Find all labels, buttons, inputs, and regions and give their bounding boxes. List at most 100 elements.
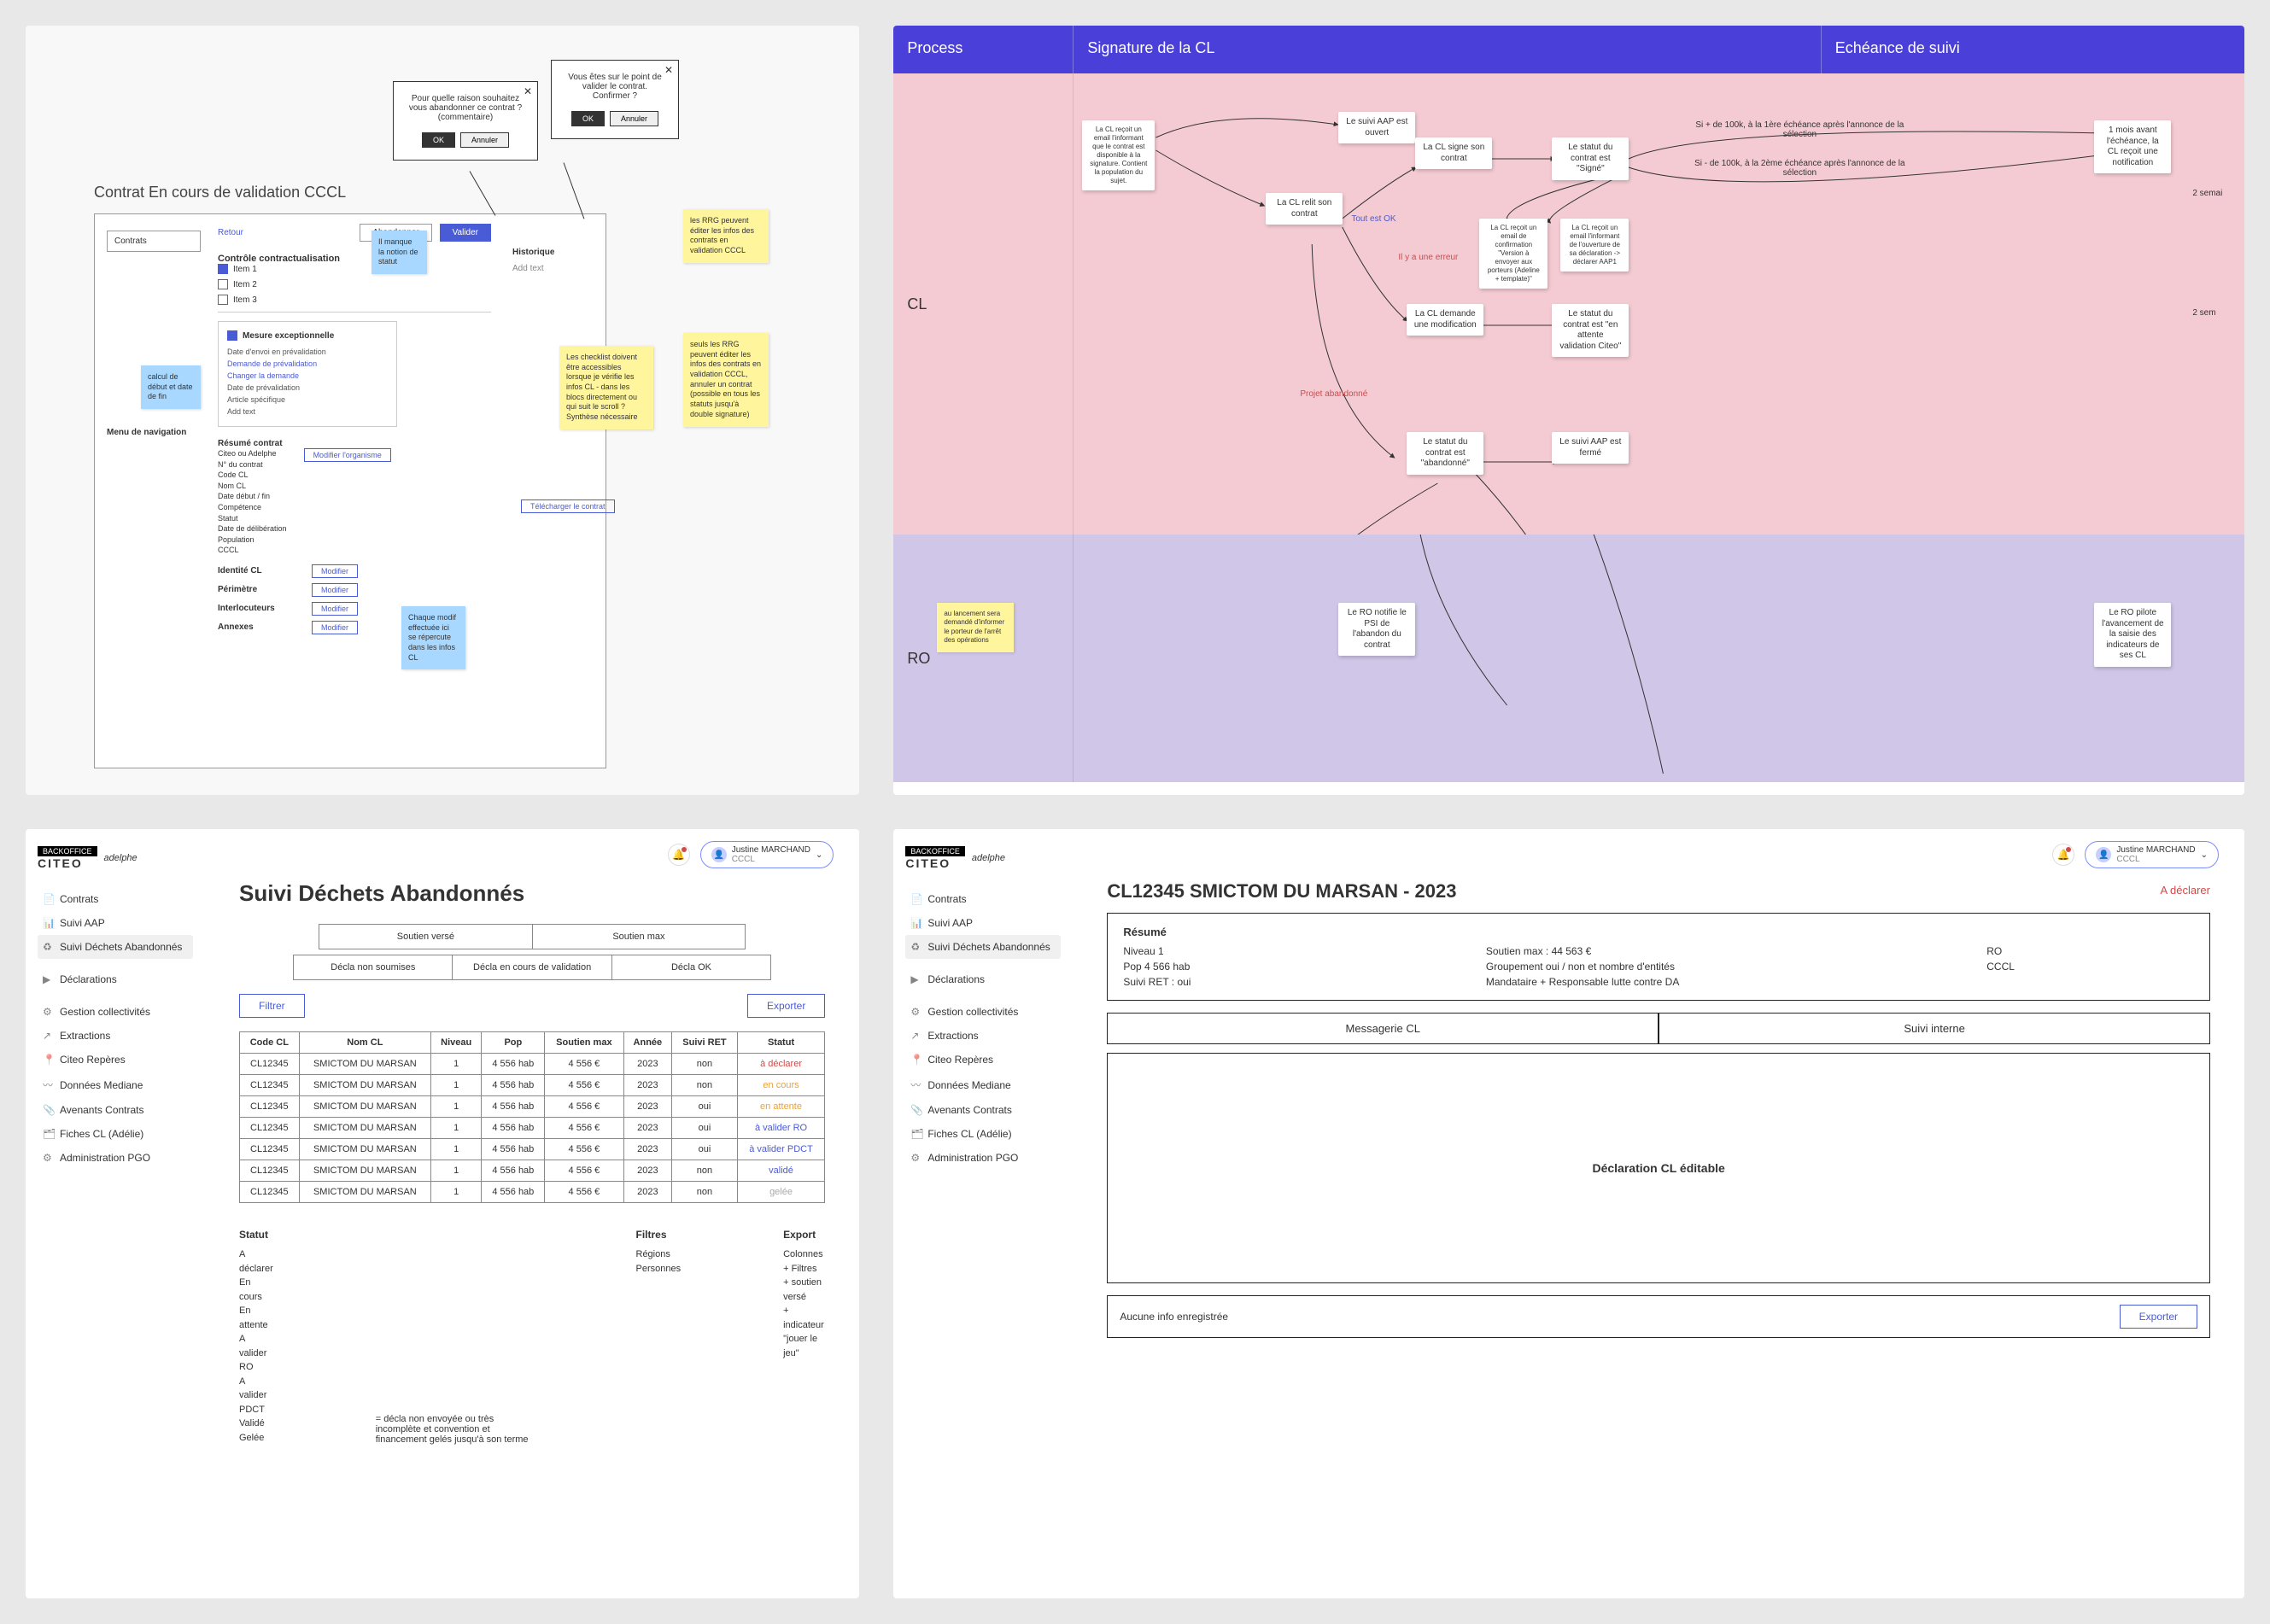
process-card[interactable]: Le RO pilote l'avancement de la saisie d…	[2094, 603, 2171, 667]
sticky-note[interactable]: Chaque modif effectuée ici se répercute …	[401, 606, 465, 669]
nav-item-d-clarations[interactable]: ▶Déclarations	[38, 967, 193, 991]
table-row[interactable]: CL12345SMICTOM DU MARSAN14 556 hab4 556 …	[240, 1139, 825, 1160]
nav-item-administration-pgo[interactable]: ⚙Administration PGO	[38, 1146, 193, 1170]
table-header[interactable]: Soutien max	[545, 1032, 623, 1054]
back-link[interactable]: Retour	[218, 228, 243, 237]
tab-soutien-max[interactable]: Soutien max	[533, 925, 746, 949]
process-card[interactable]: La CL reçoit un email de confirmation "V…	[1479, 219, 1547, 289]
mesure-field[interactable]: Date d'envoi en prévalidation	[227, 346, 388, 358]
nav-item-extractions[interactable]: ↗Extractions	[905, 1024, 1061, 1048]
nav-item-gestion-collectivit-s[interactable]: ⚙Gestion collectivités	[38, 1000, 193, 1024]
nav-item-extractions[interactable]: ↗Extractions	[38, 1024, 193, 1048]
table-row[interactable]: CL12345SMICTOM DU MARSAN14 556 hab4 556 …	[240, 1160, 825, 1182]
table-header[interactable]: Niveau	[431, 1032, 482, 1054]
process-card[interactable]: La CL signe son contrat	[1415, 137, 1492, 169]
close-icon[interactable]: ✕	[524, 85, 532, 97]
checkbox-icon[interactable]	[218, 295, 228, 305]
process-card[interactable]: La CL relit son contrat	[1266, 193, 1343, 225]
tab-decla-non[interactable]: Décla non soumises	[294, 955, 453, 979]
sticky-note[interactable]: au lancement sera demandé d'informer le …	[937, 603, 1014, 652]
checkbox-icon[interactable]	[218, 279, 228, 289]
nav-item-donn-es-mediane[interactable]: 〰Données Mediane	[38, 1072, 193, 1098]
tab-messagerie[interactable]: Messagerie CL	[1107, 1013, 1659, 1044]
notification-icon[interactable]: 🔔	[2052, 844, 2074, 866]
tab-suivi-interne[interactable]: Suivi interne	[1659, 1013, 2210, 1044]
sticky-note[interactable]: les RRG peuvent éditer les infos des con…	[683, 209, 769, 263]
mesure-field[interactable]: Demande de prévalidation	[227, 358, 388, 370]
nav-item-citeo-rep-res[interactable]: 📍Citeo Repères	[905, 1048, 1061, 1072]
process-card[interactable]: Le statut du contrat est "en attente val…	[1552, 304, 1629, 357]
table-header[interactable]: Suivi RET	[672, 1032, 738, 1054]
dialog-ok-button[interactable]: OK	[422, 132, 455, 148]
nav-item-avenants-contrats[interactable]: 📎Avenants Contrats	[905, 1098, 1061, 1122]
nav-item-suivi-d-chets-abandonn-s[interactable]: ♻Suivi Déchets Abandonnés	[905, 935, 1061, 959]
tab-decla-cours[interactable]: Décla en cours de validation	[453, 955, 611, 979]
table-row[interactable]: CL12345SMICTOM DU MARSAN14 556 hab4 556 …	[240, 1096, 825, 1118]
sticky-note[interactable]: Il manque la notion de statut	[372, 231, 427, 274]
sticky-note[interactable]: Les checklist doivent être accessibles l…	[559, 346, 653, 429]
modify-button[interactable]: Modifier	[312, 583, 358, 597]
process-card[interactable]: Le suivi AAP est fermé	[1552, 432, 1629, 464]
user-menu[interactable]: 👤 Justine MARCHANDCCCL ⌄	[2085, 841, 2219, 868]
sidebar-contrats[interactable]: Contrats	[107, 231, 201, 252]
export-button[interactable]: Exporter	[747, 994, 825, 1018]
sticky-note[interactable]: seuls les RRG peuvent éditer les infos d…	[683, 333, 769, 427]
process-card[interactable]: Le statut du contrat est "Signé"	[1552, 137, 1629, 180]
table-row[interactable]: CL12345SMICTOM DU MARSAN14 556 hab4 556 …	[240, 1054, 825, 1075]
table-row[interactable]: CL12345SMICTOM DU MARSAN14 556 hab4 556 …	[240, 1182, 825, 1203]
process-card[interactable]: 1 mois avant l'échéance, la CL reçoit un…	[2094, 120, 2171, 173]
mesure-field[interactable]: Add text	[227, 406, 388, 418]
table-header[interactable]: Année	[623, 1032, 672, 1054]
nav-item-citeo-rep-res[interactable]: 📍Citeo Repères	[38, 1048, 193, 1072]
process-card[interactable]: Le suivi AAP est ouvert	[1338, 112, 1415, 143]
sticky-note[interactable]: calcul de début et date de fin	[141, 365, 201, 409]
mesure-field[interactable]: Article spécifique	[227, 394, 388, 406]
user-menu[interactable]: 👤 Justine MARCHANDCCCL ⌄	[700, 841, 834, 868]
nav-item-avenants-contrats[interactable]: 📎Avenants Contrats	[38, 1098, 193, 1122]
modify-button[interactable]: Modifier	[312, 564, 358, 578]
tab-decla-ok[interactable]: Décla OK	[612, 955, 770, 979]
dialog-ok-button[interactable]: OK	[571, 111, 605, 126]
nav-item-fiches-cl-ad-lie-[interactable]: 🗂Fiches CL (Adélie)	[905, 1122, 1061, 1146]
close-icon[interactable]: ✕	[664, 64, 673, 76]
checkbox-icon[interactable]	[227, 330, 237, 341]
process-card[interactable]: La CL demande une modification	[1407, 304, 1483, 336]
process-card[interactable]: La CL reçoit un email l'informant que le…	[1082, 120, 1155, 190]
table-row[interactable]: CL12345SMICTOM DU MARSAN14 556 hab4 556 …	[240, 1075, 825, 1096]
export-button[interactable]: Exporter	[2120, 1305, 2197, 1329]
notification-icon[interactable]: 🔔	[668, 844, 690, 866]
modify-org-button[interactable]: Modifier l'organisme	[304, 448, 391, 462]
nav-item-gestion-collectivit-s[interactable]: ⚙Gestion collectivités	[905, 1000, 1061, 1024]
process-card[interactable]: Le statut du contrat est "abandonné"	[1407, 432, 1483, 475]
nav-item-fiches-cl-ad-lie-[interactable]: 🗂Fiches CL (Adélie)	[38, 1122, 193, 1146]
nav-item-donn-es-mediane[interactable]: 〰Données Mediane	[905, 1072, 1061, 1098]
nav-item-d-clarations[interactable]: ▶Déclarations	[905, 967, 1061, 991]
table-header[interactable]: Nom CL	[299, 1032, 430, 1054]
checkbox-icon[interactable]	[218, 264, 228, 274]
filter-button[interactable]: Filtrer	[239, 994, 305, 1018]
tab-soutien-verse[interactable]: Soutien versé	[319, 925, 533, 949]
mesure-field[interactable]: Changer la demande	[227, 370, 388, 382]
download-button[interactable]: Télécharger le contrat	[521, 499, 615, 513]
dialog-cancel-button[interactable]: Annuler	[460, 132, 509, 148]
nav-item-administration-pgo[interactable]: ⚙Administration PGO	[905, 1146, 1061, 1170]
process-card[interactable]: Le RO notifie le PSI de l'abandon du con…	[1338, 603, 1415, 656]
nav-item-contrats[interactable]: 📄Contrats	[38, 887, 193, 911]
table-header[interactable]: Statut	[737, 1032, 825, 1054]
nav-item-suivi-aap[interactable]: 📊Suivi AAP	[38, 911, 193, 935]
resume-field: Mandataire + Responsable lutte contre DA	[1486, 976, 1969, 988]
modify-button[interactable]: Modifier	[312, 621, 358, 634]
process-card[interactable]: La CL reçoit un email l'informant de l'o…	[1560, 219, 1629, 272]
nav-item-suivi-aap[interactable]: 📊Suivi AAP	[905, 911, 1061, 935]
dialog-cancel-button[interactable]: Annuler	[610, 111, 658, 126]
table-header[interactable]: Pop	[482, 1032, 545, 1054]
nav-item-suivi-d-chets-abandonn-s[interactable]: ♻Suivi Déchets Abandonnés	[38, 935, 193, 959]
nav-item-contrats[interactable]: 📄Contrats	[905, 887, 1061, 911]
modify-button[interactable]: Modifier	[312, 602, 358, 616]
validate-button[interactable]: Valider	[440, 224, 491, 242]
footer-row: Aucune info enregistrée Exporter	[1107, 1295, 2210, 1338]
table-row[interactable]: CL12345SMICTOM DU MARSAN14 556 hab4 556 …	[240, 1118, 825, 1139]
declaration-panel[interactable]: Déclaration CL éditable	[1107, 1053, 2210, 1283]
mesure-field[interactable]: Date de prévalidation	[227, 382, 388, 394]
table-header[interactable]: Code CL	[240, 1032, 300, 1054]
